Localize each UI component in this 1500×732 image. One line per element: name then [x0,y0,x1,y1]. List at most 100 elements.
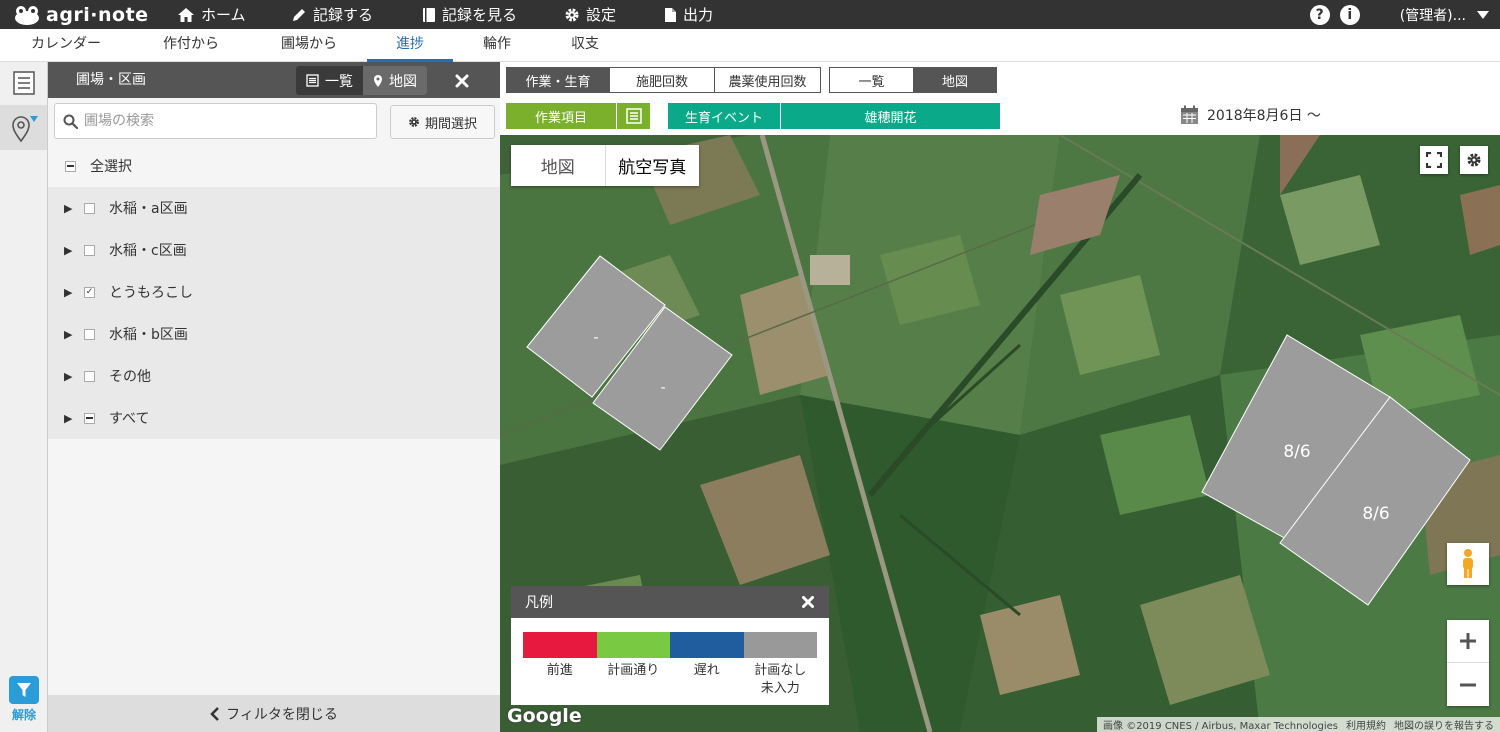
map-attribution: 画像 ©2019 CNES / Airbus, Maxar Technologi… [1097,717,1500,732]
frog-icon [15,6,39,25]
report-error-link[interactable]: 地図の誤りを報告する [1394,717,1494,732]
nav-record-label: 記録する [313,6,374,24]
map-area[interactable]: - - 8/6 8/6 地図 航空写真 凡例 前進 計画通り 遅れ 計画なし 未… [500,135,1500,732]
view-list[interactable]: 一覧 [829,67,914,93]
legend-label: 遅れ [693,663,720,678]
work-item-list-button[interactable] [616,103,650,129]
map-type-map[interactable]: 地図 [511,145,606,186]
growth-event-value[interactable]: 雄穂開花 [780,103,1000,129]
map-type-switch: 地図 航空写真 [511,145,699,186]
release-label: 解除 [11,708,36,722]
select-all-row[interactable]: 全選択 [48,145,500,187]
growth-event-button[interactable]: 生育イベント [668,103,780,129]
field-search-input[interactable] [84,113,364,129]
field-label: 8/6 [1283,442,1310,462]
tree-item[interactable]: ▶ 水稲・b区画 [48,313,500,355]
map-filter-button[interactable] [0,105,47,150]
legend-close-button[interactable] [799,592,817,612]
legend-labels: 前進 計画通り 遅れ 計画なし 未入力 [523,662,817,698]
tab-balance[interactable]: 収支 [556,29,614,62]
street-view-button[interactable] [1447,543,1489,585]
filter-map-label: 地図 [389,73,417,90]
tree-item-checkbox[interactable] [84,202,95,214]
fullscreen-button[interactable] [1420,146,1448,174]
tree-item-label: とうもろこし [109,285,193,301]
tree-item-checkbox[interactable] [84,370,95,382]
list-icon [306,74,319,87]
filter-view-toggle: 一覧 地図 [296,66,427,95]
close-filter-label: フィルタを閉じる [226,706,338,723]
close-filter-button[interactable] [450,66,474,95]
tree-item-checkbox-partial[interactable] [84,412,95,424]
tab-calendar[interactable]: カレンダー [18,29,114,62]
chevron-left-icon [210,706,220,721]
top-bar: agri·note ホーム 記録する 記録を見る 設定 出力 ? i (管理者)… [0,0,1500,29]
zoom-out-button[interactable] [1447,663,1489,706]
tree-item-checkbox[interactable] [84,328,95,340]
view-map[interactable]: 地図 [914,67,997,93]
legend-swatch-behind [670,632,744,658]
filter-list-toggle[interactable]: 一覧 [296,66,363,95]
terms-link[interactable]: 利用規約 [1346,717,1386,732]
date-display[interactable]: 2018年8月6日 ～ [1180,103,1321,127]
field-label: - [660,380,665,396]
caret-down-icon[interactable] [1476,10,1490,20]
map-settings-button[interactable] [1460,146,1488,174]
tree-item-checkbox[interactable] [84,244,95,256]
info-icon[interactable]: i [1339,4,1360,25]
app-logo[interactable]: agri·note [14,3,149,27]
nav-record[interactable]: 記録する [291,0,373,29]
nav-export[interactable]: 出力 [664,0,713,29]
work-item-button[interactable]: 作業項目 [506,103,616,129]
tree-item[interactable]: ▶ 水稲・a区画 [48,187,500,229]
tree-item[interactable]: ▶ 水稲・c区画 [48,229,500,271]
tab-rotation[interactable]: 輪作 [468,29,526,62]
tree-item-label: 水稲・b区画 [109,327,188,343]
select-all-label: 全選択 [90,159,132,175]
expand-arrow-icon[interactable]: ▶ [64,244,76,257]
tab-by-field[interactable]: 圃場から [268,29,350,62]
tab-by-crop[interactable]: 作付から [150,29,232,62]
zoom-in-button[interactable] [1447,620,1489,663]
filter-title: 圃場・区画 [76,72,146,88]
close-icon [455,74,469,87]
filter-map-toggle[interactable]: 地図 [363,66,427,95]
close-icon [802,596,814,608]
nav-view-label: 記録を見る [442,6,518,24]
map-type-aerial[interactable]: 航空写真 [606,145,700,186]
legend-swatch-no-plan [743,632,817,658]
mode-work-growth[interactable]: 作業・生育 [506,67,610,93]
tab-progress[interactable]: 進捗 [367,29,453,62]
gear-icon [565,8,579,21]
expand-arrow-icon[interactable]: ▶ [64,286,76,299]
fullscreen-icon [1426,152,1442,168]
list-view-button[interactable] [0,62,47,104]
tree-item-checkbox-checked[interactable]: ✓ [84,286,95,298]
tree-item[interactable]: ▶ ✓ とうもろこし [48,271,500,313]
nav-settings[interactable]: 設定 [564,0,616,29]
list-icon [625,108,642,124]
help-icon[interactable]: ? [1309,4,1330,25]
tree-item-label: 水稲・a区画 [109,201,188,217]
expand-arrow-icon[interactable]: ▶ [64,328,76,341]
close-filter-footer[interactable]: フィルタを閉じる [48,695,500,732]
document-icon [665,7,676,22]
tree-item[interactable]: ▶ すべて [48,397,500,439]
top-right-area: ? i (管理者)... [1309,0,1490,29]
legend-header: 凡例 [511,586,829,618]
period-select-button[interactable]: 期間選択 [390,105,495,139]
legend-panel: 凡例 前進 計画通り 遅れ 計画なし 未入力 [511,586,829,705]
expand-arrow-icon[interactable]: ▶ [64,202,76,215]
expand-arrow-icon[interactable]: ▶ [64,370,76,383]
field-label: - [593,330,598,346]
tree-item[interactable]: ▶ その他 [48,355,500,397]
mode-fertilizer[interactable]: 施肥回数 [610,67,715,93]
expand-arrow-icon[interactable]: ▶ [64,412,76,425]
mode-controls: 作業・生育 施肥回数 農薬使用回数 一覧 地図 [506,67,997,93]
nav-view[interactable]: 記録を見る [422,0,517,29]
nav-home[interactable]: ホーム [177,0,246,29]
release-filter-button[interactable]: 解除 [8,676,40,723]
select-all-checkbox[interactable] [65,160,76,172]
user-menu[interactable]: (管理者)... [1400,5,1466,25]
mode-pesticide[interactable]: 農薬使用回数 [715,67,821,93]
